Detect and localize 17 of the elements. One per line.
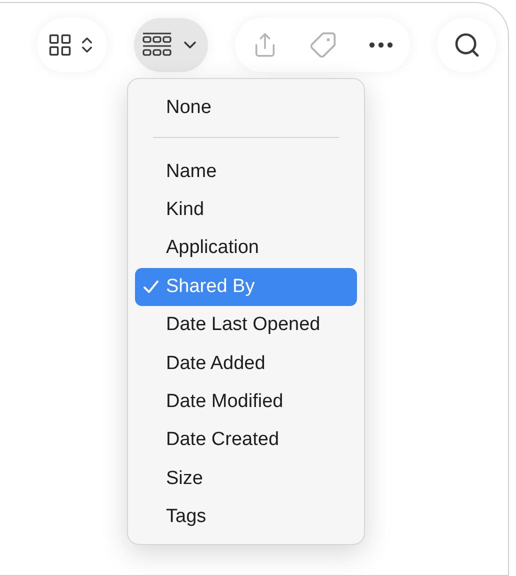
menu-item[interactable]: Kind — [135, 190, 357, 230]
grouped-list-icon — [142, 32, 172, 58]
menu-item[interactable]: Tags — [135, 498, 357, 536]
group-button[interactable] — [134, 18, 208, 72]
menu-item[interactable]: Application — [135, 229, 357, 268]
menu-item[interactable]: Date Modified — [135, 382, 357, 422]
menu-item[interactable]: Shared By — [135, 268, 357, 306]
more-icon — [368, 42, 392, 48]
grid-icon — [47, 32, 73, 58]
menu-item[interactable]: Size — [135, 460, 357, 498]
menu-item[interactable]: Date Added — [135, 344, 357, 383]
tag-icon — [308, 31, 336, 59]
menu-item[interactable]: None — [135, 89, 357, 128]
menu-item[interactable]: Date Last Opened — [135, 306, 357, 344]
menu-item[interactable]: Date Created — [135, 421, 357, 460]
search-icon — [452, 31, 480, 59]
menu-item[interactable]: Name — [135, 152, 357, 191]
